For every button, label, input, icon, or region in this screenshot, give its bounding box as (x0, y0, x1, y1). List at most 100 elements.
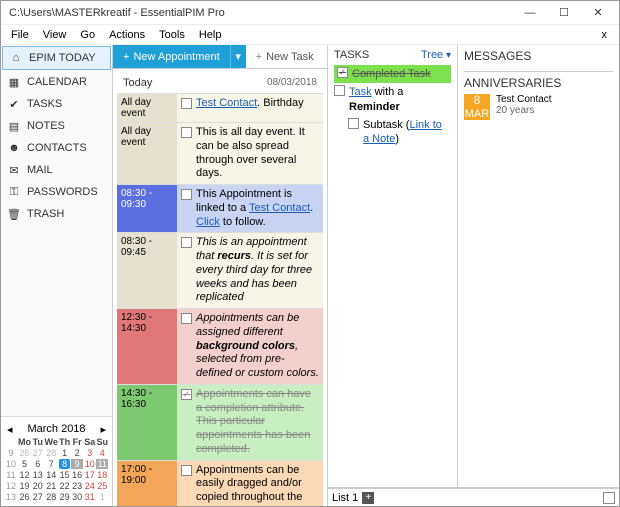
cal-day[interactable]: 11 (96, 459, 108, 469)
mini-calendar[interactable]: ◂ March 2018 ▸ MoTuWeThFrSaSu92627281234… (1, 416, 112, 506)
menubar: File View Go Actions Tools Help x (1, 25, 619, 45)
appointment-row[interactable]: All day event This is all day event. It … (117, 122, 323, 184)
plus-icon: + (123, 51, 129, 63)
checkbox-icon[interactable] (348, 118, 359, 129)
task-item[interactable]: Subtask (Link to a Note) (348, 116, 451, 149)
new-task-button[interactable]: + New Task (246, 45, 324, 68)
date-badge: 8MAR (464, 94, 490, 120)
new-appointment-button[interactable]: + New Appointment (113, 45, 230, 68)
cal-prev-icon[interactable]: ◂ (7, 423, 13, 436)
cal-day[interactable]: 21 (45, 481, 58, 491)
checkbox-icon[interactable] (181, 189, 192, 200)
cal-day[interactable]: 17 (84, 470, 96, 480)
cal-day[interactable]: 31 (84, 492, 96, 502)
appointment-row[interactable]: 08:30 - 09:45 This is an appointment tha… (117, 232, 323, 308)
appointment-text: This is all day event. It can be also sp… (196, 126, 319, 181)
checkbox-icon[interactable]: ✓ (181, 389, 192, 400)
status-bar: List 1 + (328, 488, 619, 506)
task-item[interactable]: ✓Completed Task (334, 65, 451, 83)
cal-day[interactable]: 7 (45, 459, 58, 469)
cal-day[interactable]: 27 (32, 448, 44, 458)
task-item[interactable]: Task with a Reminder (334, 83, 451, 116)
appointment-text: Test Contact. Birthday (196, 97, 304, 119)
status-right-icon[interactable] (603, 492, 615, 504)
appointment-time: 08:30 - 09:45 (117, 233, 177, 308)
nav-contacts[interactable]: ☻CONTACTS (1, 137, 112, 159)
appointment-row[interactable]: 17:00 - 19:00 Appointments can be easily… (117, 460, 323, 507)
cal-day[interactable]: 6 (32, 459, 44, 469)
cal-day[interactable]: 1 (59, 448, 71, 458)
checkbox-icon[interactable] (181, 465, 192, 476)
cal-day[interactable]: 8 (59, 459, 71, 469)
menu-go[interactable]: Go (74, 27, 101, 43)
nav-mail[interactable]: ✉MAIL (1, 159, 112, 181)
add-list-icon[interactable]: + (362, 492, 374, 504)
cal-day[interactable]: 10 (84, 459, 96, 469)
cal-day[interactable]: 1 (96, 492, 108, 502)
menu-view[interactable]: View (37, 27, 73, 43)
appointment-row[interactable]: 12:30 - 14:30 Appointments can be assign… (117, 308, 323, 384)
cal-day[interactable]: 22 (59, 481, 71, 491)
appointment-row[interactable]: 14:30 - 16:30 ✓Appointments can have a c… (117, 384, 323, 460)
window-path: C:\Users\MASTERkreatif - EssentialPIM Pr… (5, 7, 513, 19)
nav-calendar[interactable]: ▦CALENDAR (1, 71, 112, 93)
cal-day[interactable]: 9 (71, 459, 83, 469)
maximize-button[interactable]: ☐ (547, 2, 581, 24)
cal-day[interactable]: 26 (18, 492, 31, 502)
cal-day[interactable]: 5 (18, 459, 31, 469)
nav-epim-today[interactable]: ⌂EPIM TODAY (2, 46, 111, 70)
cal-day[interactable]: 3 (84, 448, 96, 458)
appointment-text: This Appointment is linked to a Test Con… (196, 188, 319, 229)
status-list[interactable]: List 1 (332, 492, 358, 504)
cal-day[interactable]: 23 (71, 481, 83, 491)
cal-day[interactable]: 20 (32, 481, 44, 491)
cal-day[interactable]: 29 (59, 492, 71, 502)
menu-actions[interactable]: Actions (103, 27, 151, 43)
cal-day[interactable]: 13 (32, 470, 44, 480)
appointment-text: Appointments can have a completion attri… (196, 388, 319, 457)
trash-icon: 🗑 (7, 207, 21, 221)
cal-day[interactable]: 4 (96, 448, 108, 458)
messages-title: MESSAGES (464, 49, 613, 63)
checkbox-icon[interactable] (181, 237, 192, 248)
cal-day[interactable]: 18 (96, 470, 108, 480)
checkbox-icon[interactable] (334, 85, 345, 96)
appointment-time: 08:30 - 09:30 (117, 185, 177, 232)
cal-day[interactable]: 12 (18, 470, 31, 480)
cal-day[interactable]: 25 (96, 481, 108, 491)
cal-day[interactable]: 24 (84, 481, 96, 491)
tasks-tree-link[interactable]: Tree ▾ (421, 49, 451, 61)
checkbox-icon[interactable] (181, 127, 192, 138)
nav-notes[interactable]: ▤NOTES (1, 115, 112, 137)
anniversary-item[interactable]: 8MAR Test Contact 20 years (464, 94, 613, 120)
cal-day[interactable]: 26 (18, 448, 31, 458)
nav-passwords[interactable]: ⚿PASSWORDS (1, 181, 112, 203)
cal-day[interactable]: 28 (45, 492, 58, 502)
menu-file[interactable]: File (5, 27, 35, 43)
calendar-icon: ▦ (7, 75, 21, 89)
close-button[interactable]: ✕ (581, 2, 615, 24)
anniversaries-title: ANNIVERSARIES (464, 76, 613, 90)
cal-day[interactable]: 27 (32, 492, 44, 502)
nav-tasks[interactable]: ✔TASKS (1, 93, 112, 115)
appointment-text: This is an appointment that recurs. It i… (196, 236, 319, 305)
cal-next-icon[interactable]: ▸ (100, 423, 106, 436)
appointment-row[interactable]: 08:30 - 09:30 This Appointment is linked… (117, 184, 323, 232)
cal-day[interactable]: 15 (59, 470, 71, 480)
cal-day[interactable]: 28 (45, 448, 58, 458)
cal-day[interactable]: 19 (18, 481, 31, 491)
nav-trash[interactable]: 🗑TRASH (1, 203, 112, 225)
checkbox-icon[interactable] (181, 313, 192, 324)
cal-day[interactable]: 14 (45, 470, 58, 480)
menu-tools[interactable]: Tools (153, 27, 191, 43)
menu-help[interactable]: Help (193, 27, 228, 43)
panel-close-icon[interactable]: x (596, 27, 614, 43)
appointment-row[interactable]: All day event Test Contact. Birthday (117, 93, 323, 122)
cal-day[interactable]: 2 (71, 448, 83, 458)
cal-day[interactable]: 30 (71, 492, 83, 502)
new-appointment-dropdown[interactable]: ▾ (230, 45, 246, 68)
checkbox-icon[interactable] (181, 98, 192, 109)
cal-day[interactable]: 16 (71, 470, 83, 480)
minimize-button[interactable]: — (513, 2, 547, 24)
checkbox-icon[interactable]: ✓ (337, 67, 348, 78)
